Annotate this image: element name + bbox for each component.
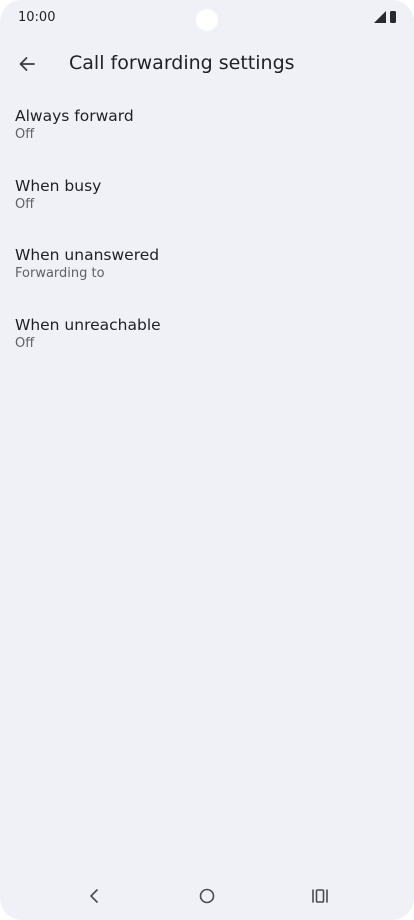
setting-title: When unanswered <box>15 246 160 264</box>
status-time: 10:00 <box>18 10 56 25</box>
navigation-bar <box>0 872 414 920</box>
back-button[interactable] <box>12 49 42 79</box>
signal-icon <box>374 11 386 23</box>
setting-title: When busy <box>15 176 102 195</box>
nav-recents-button[interactable] <box>305 882 335 910</box>
setting-when-busy[interactable]: When busy Off <box>0 167 414 237</box>
setting-summary: Off <box>15 196 35 212</box>
screen: 10:00 Call forwarding settings Always fo… <box>0 0 414 920</box>
app-bar: Call forwarding settings <box>0 42 414 86</box>
setting-summary: Off <box>15 127 35 142</box>
arrow-back-icon <box>19 57 35 71</box>
nav-back-icon <box>90 889 98 903</box>
nav-back-button[interactable] <box>79 882 109 910</box>
battery-icon <box>390 11 396 23</box>
status-bar: 10:00 <box>0 0 414 38</box>
setting-always-forward[interactable]: Always forward Off <box>0 97 414 167</box>
status-icons <box>374 11 396 23</box>
settings-list: Always forward Off When busy Off When un… <box>0 97 414 375</box>
nav-home-icon <box>199 888 215 904</box>
setting-summary: Off <box>15 335 35 351</box>
nav-recents-icon <box>312 889 328 903</box>
page-title: Call forwarding settings <box>69 52 295 74</box>
setting-title: When unreachable <box>15 315 161 334</box>
setting-when-unreachable[interactable]: When unreachable Off <box>0 306 414 376</box>
camera-cutout <box>196 9 218 31</box>
setting-title: Always forward <box>15 107 134 125</box>
setting-when-unanswered[interactable]: When unanswered Forwarding to <box>0 236 414 306</box>
nav-home-button[interactable] <box>192 882 222 910</box>
setting-summary: Forwarding to <box>15 266 105 281</box>
